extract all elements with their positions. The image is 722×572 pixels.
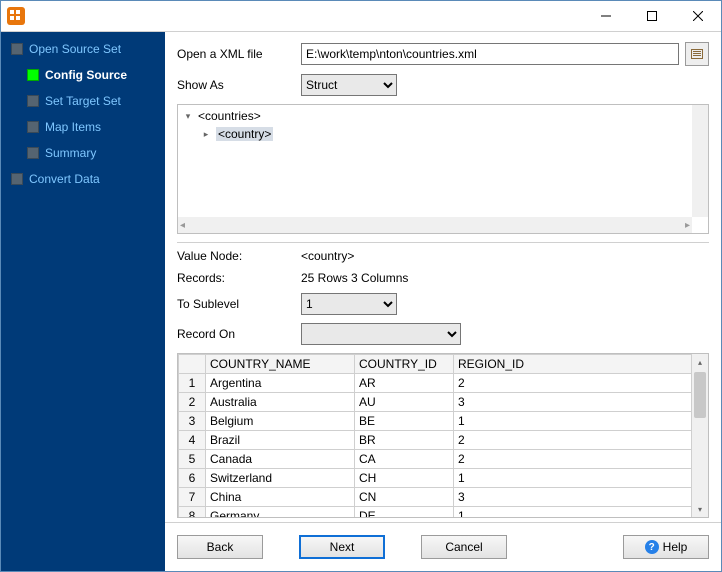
to-sublevel-label: To Sublevel bbox=[177, 297, 301, 311]
browse-button[interactable] bbox=[685, 42, 709, 66]
app-icon bbox=[7, 7, 25, 25]
column-header[interactable]: COUNTRY_NAME bbox=[206, 355, 355, 374]
cell[interactable]: 3 bbox=[454, 488, 692, 507]
cell[interactable]: BR bbox=[355, 431, 454, 450]
help-icon: ? bbox=[645, 540, 659, 554]
tree-node-countries[interactable]: ▾<countries> bbox=[182, 107, 688, 125]
cell[interactable]: 1 bbox=[454, 412, 692, 431]
record-on-label: Record On bbox=[177, 327, 301, 341]
show-as-select[interactable]: Struct bbox=[301, 74, 397, 96]
cell[interactable]: CA bbox=[355, 450, 454, 469]
table-row[interactable]: 3BelgiumBE1 bbox=[179, 412, 692, 431]
app-window: Open Source Set Config Source Set Target… bbox=[0, 0, 722, 572]
row-header-blank bbox=[179, 355, 206, 374]
record-on-select[interactable] bbox=[301, 323, 461, 345]
collapse-icon[interactable]: ▾ bbox=[182, 110, 194, 122]
value-node-value: <country> bbox=[301, 249, 354, 263]
column-header[interactable]: COUNTRY_ID bbox=[355, 355, 454, 374]
horizontal-scrollbar[interactable]: ◂▸ bbox=[178, 217, 692, 233]
cell[interactable]: China bbox=[206, 488, 355, 507]
row-number: 2 bbox=[179, 393, 206, 412]
wizard-footer: Back Next Cancel ?Help bbox=[165, 522, 721, 571]
table-row[interactable]: 1ArgentinaAR2 bbox=[179, 374, 692, 393]
table-row[interactable]: 4BrazilBR2 bbox=[179, 431, 692, 450]
cell[interactable]: 2 bbox=[454, 431, 692, 450]
cell[interactable]: Argentina bbox=[206, 374, 355, 393]
cell[interactable]: 1 bbox=[454, 507, 692, 519]
scroll-thumb[interactable] bbox=[694, 372, 706, 418]
table-row[interactable]: 2AustraliaAU3 bbox=[179, 393, 692, 412]
vertical-scrollbar[interactable] bbox=[692, 105, 708, 217]
tree-node-country[interactable]: ▸<country> bbox=[182, 125, 688, 143]
row-number: 5 bbox=[179, 450, 206, 469]
cell[interactable]: 3 bbox=[454, 393, 692, 412]
cell[interactable]: DE bbox=[355, 507, 454, 519]
minimize-button[interactable] bbox=[583, 1, 629, 31]
sidebar-item-convert-data[interactable]: Convert Data bbox=[1, 168, 165, 190]
cancel-button[interactable]: Cancel bbox=[421, 535, 507, 559]
table-row[interactable]: 5CanadaCA2 bbox=[179, 450, 692, 469]
cell[interactable]: AU bbox=[355, 393, 454, 412]
cell[interactable]: CH bbox=[355, 469, 454, 488]
row-number: 3 bbox=[179, 412, 206, 431]
file-path-input[interactable] bbox=[301, 43, 679, 65]
separator bbox=[177, 242, 709, 243]
cell[interactable]: Australia bbox=[206, 393, 355, 412]
open-file-label: Open a XML file bbox=[177, 47, 301, 61]
close-button[interactable] bbox=[675, 1, 721, 31]
records-value: 25 Rows 3 Columns bbox=[301, 271, 408, 285]
cell[interactable]: Belgium bbox=[206, 412, 355, 431]
sidebar-item-map-items[interactable]: Map Items bbox=[1, 116, 165, 138]
sidebar-item-config-source[interactable]: Config Source bbox=[1, 64, 165, 86]
cell[interactable]: BE bbox=[355, 412, 454, 431]
table-row[interactable]: 8GermanyDE1 bbox=[179, 507, 692, 519]
cell[interactable]: AR bbox=[355, 374, 454, 393]
back-button[interactable]: Back bbox=[177, 535, 263, 559]
sidebar-item-summary[interactable]: Summary bbox=[1, 142, 165, 164]
cell[interactable]: CN bbox=[355, 488, 454, 507]
scroll-down-icon[interactable]: ▾ bbox=[692, 501, 708, 517]
grid-vertical-scrollbar[interactable]: ▴ ▾ bbox=[692, 354, 708, 517]
scroll-up-icon[interactable]: ▴ bbox=[692, 354, 708, 370]
titlebar bbox=[1, 1, 721, 32]
row-number: 6 bbox=[179, 469, 206, 488]
to-sublevel-select[interactable]: 1 bbox=[301, 293, 397, 315]
sidebar-item-open-source-set[interactable]: Open Source Set bbox=[1, 38, 165, 60]
show-as-label: Show As bbox=[177, 78, 301, 92]
cell[interactable]: 1 bbox=[454, 469, 692, 488]
cell[interactable]: Brazil bbox=[206, 431, 355, 450]
table-row[interactable]: 7ChinaCN3 bbox=[179, 488, 692, 507]
wizard-sidebar: Open Source Set Config Source Set Target… bbox=[1, 32, 165, 571]
data-grid: COUNTRY_NAME COUNTRY_ID REGION_ID 1Argen… bbox=[177, 353, 709, 518]
row-number: 4 bbox=[179, 431, 206, 450]
table-row[interactable]: 6SwitzerlandCH1 bbox=[179, 469, 692, 488]
sidebar-item-set-target-set[interactable]: Set Target Set bbox=[1, 90, 165, 112]
help-button[interactable]: ?Help bbox=[623, 535, 709, 559]
maximize-button[interactable] bbox=[629, 1, 675, 31]
expand-icon[interactable]: ▸ bbox=[200, 128, 212, 140]
structure-tree-panel: ▾<countries> ▸<country> ◂▸ bbox=[177, 104, 709, 234]
row-number: 8 bbox=[179, 507, 206, 519]
cell[interactable]: Switzerland bbox=[206, 469, 355, 488]
cell[interactable]: Canada bbox=[206, 450, 355, 469]
row-number: 1 bbox=[179, 374, 206, 393]
cell[interactable]: 2 bbox=[454, 450, 692, 469]
records-label: Records: bbox=[177, 271, 301, 285]
next-button[interactable]: Next bbox=[299, 535, 385, 559]
cell[interactable]: 2 bbox=[454, 374, 692, 393]
row-number: 7 bbox=[179, 488, 206, 507]
cell[interactable]: Germany bbox=[206, 507, 355, 519]
column-header[interactable]: REGION_ID bbox=[454, 355, 692, 374]
value-node-label: Value Node: bbox=[177, 249, 301, 263]
